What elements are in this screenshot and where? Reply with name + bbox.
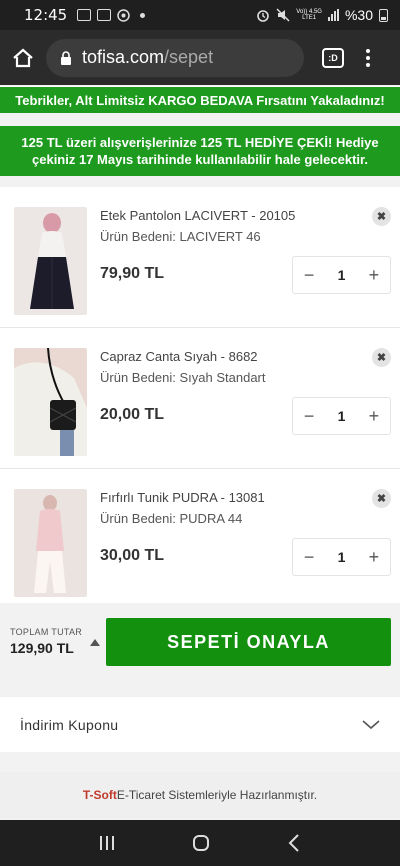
recent-apps-icon[interactable] <box>99 836 114 850</box>
total-amount: 129,90 TL <box>10 640 74 656</box>
system-navigation-bar <box>0 820 400 866</box>
footer-credit: T-Soft E-Ticaret Sistemleriyle Hazırlanm… <box>0 772 400 818</box>
cart-item: Etek Pantolon LACIVERT - 20105 Ürün Bede… <box>0 187 400 328</box>
cart-item: Fırfırlı Tunik PUDRA - 13081 Ürün Bedeni… <box>0 469 400 610</box>
remove-item-button[interactable]: ✖ <box>372 489 391 508</box>
browser-menu-icon[interactable] <box>366 48 370 67</box>
back-icon[interactable] <box>288 834 300 852</box>
coupon-label: İndirim Kuponu <box>20 716 119 733</box>
product-price: 79,90 TL <box>100 265 165 282</box>
cart-item-list: Etek Pantolon LACIVERT - 20105 Ürün Bede… <box>0 187 400 610</box>
remove-item-button[interactable]: ✖ <box>372 348 391 367</box>
image-notification-icon <box>77 9 92 21</box>
increase-quantity-button[interactable]: + <box>358 257 390 293</box>
chevron-down-icon[interactable] <box>362 719 380 730</box>
quantity-stepper: − 1 + <box>292 397 391 435</box>
total-label: TOPLAM TUTAR <box>10 627 83 637</box>
decrease-quantity-button[interactable]: − <box>293 539 325 575</box>
address-bar[interactable]: tofisa.com/sepet <box>46 38 304 77</box>
quantity-value[interactable]: 1 <box>325 267 357 283</box>
product-price: 30,00 TL <box>100 547 165 564</box>
home-button-icon[interactable] <box>192 835 209 851</box>
product-image[interactable] <box>14 207 87 315</box>
battery-percent: %30 <box>344 7 373 23</box>
url-domain: tofisa.com <box>82 47 165 67</box>
cart-item: Capraz Canta Sıyah - 8682 Ürün Bedeni: S… <box>0 328 400 469</box>
quantity-stepper: − 1 + <box>292 256 391 294</box>
product-image[interactable] <box>14 348 87 456</box>
tab-switcher-button[interactable]: :D <box>322 47 344 68</box>
product-price: 20,00 TL <box>100 406 165 423</box>
mute-icon <box>276 8 290 22</box>
clock: 12:45 <box>24 6 68 24</box>
product-name[interactable]: Capraz Canta Sıyah - 8682 <box>100 349 258 364</box>
product-size: Ürün Bedeni: Sıyah Standart <box>100 370 266 385</box>
increase-quantity-button[interactable]: + <box>358 398 390 434</box>
system-icons: Vo)) 4.5G LTE1 %30 <box>256 7 388 23</box>
remove-item-button[interactable]: ✖ <box>372 207 391 226</box>
browser-toolbar: tofisa.com/sepet :D <box>0 30 400 85</box>
notification-icons <box>77 8 146 22</box>
footer-brand[interactable]: T-Soft <box>83 788 117 802</box>
discount-coupon-section[interactable]: İndirim Kuponu <box>0 697 400 752</box>
gift-voucher-banner: 125 TL üzeri alışverişlerinize 125 TL HE… <box>0 126 400 176</box>
product-size: Ürün Bedeni: LACIVERT 46 <box>100 229 261 244</box>
quantity-stepper: − 1 + <box>292 538 391 576</box>
battery-icon <box>379 8 388 22</box>
gallery-notification-icon <box>97 9 112 21</box>
footer-text: E-Ticaret Sistemleriyle Hazırlanmıştır. <box>116 788 318 802</box>
increase-quantity-button[interactable]: + <box>358 539 390 575</box>
status-bar: 12:45 Vo)) 4.5G LTE1 %30 <box>0 0 400 30</box>
signal-icon <box>327 9 339 21</box>
lock-icon <box>61 50 71 65</box>
expand-total-icon[interactable] <box>90 639 100 646</box>
confirm-cart-button[interactable]: SEPETİ ONAYLA <box>106 618 391 666</box>
quantity-value[interactable]: 1 <box>325 549 357 565</box>
free-shipping-banner: Tebrikler, Alt Limitsiz KARGO BEDAVA Fır… <box>0 86 400 113</box>
decrease-quantity-button[interactable]: − <box>293 398 325 434</box>
product-name[interactable]: Etek Pantolon LACIVERT - 20105 <box>100 208 295 223</box>
product-size: Ürün Bedeni: PUDRA 44 <box>100 511 243 526</box>
decrease-quantity-button[interactable]: − <box>293 257 325 293</box>
settings-notification-icon <box>117 8 130 22</box>
more-notifications-dot-icon <box>140 12 146 18</box>
quantity-value[interactable]: 1 <box>325 408 357 424</box>
url-path: /sepet <box>164 47 214 67</box>
product-image[interactable] <box>14 489 87 597</box>
product-name[interactable]: Fırfırlı Tunik PUDRA - 13081 <box>100 490 265 505</box>
alarm-icon <box>257 10 270 22</box>
order-total-bar: TOPLAM TUTAR 129,90 TL SEPETİ ONAYLA <box>0 603 400 680</box>
home-icon[interactable] <box>12 48 34 68</box>
network-type: Vo)) 4.5G LTE1 <box>296 9 322 21</box>
